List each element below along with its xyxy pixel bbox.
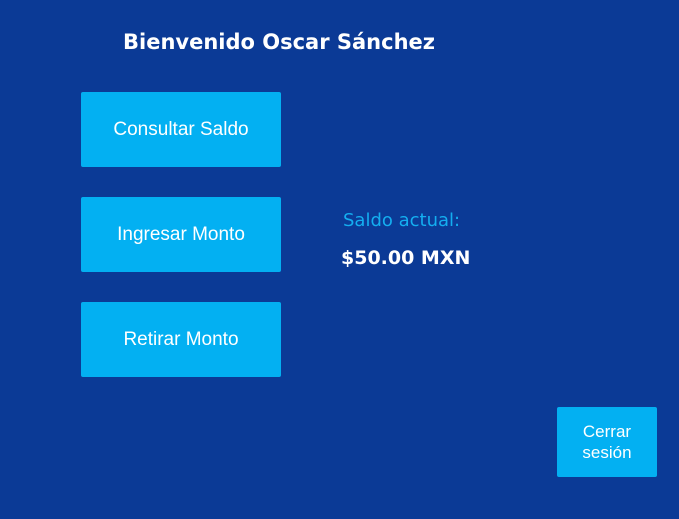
consultar-saldo-button[interactable]: Consultar Saldo (81, 92, 281, 167)
balance-value: $50.00 MXN (341, 247, 471, 269)
welcome-title: Bienvenido Oscar Sánchez (123, 30, 435, 54)
ingresar-monto-button[interactable]: Ingresar Monto (81, 197, 281, 272)
retirar-monto-button[interactable]: Retirar Monto (81, 302, 281, 377)
balance-label: Saldo actual: (343, 210, 461, 231)
logout-button[interactable]: Cerrar sesión (557, 407, 657, 477)
